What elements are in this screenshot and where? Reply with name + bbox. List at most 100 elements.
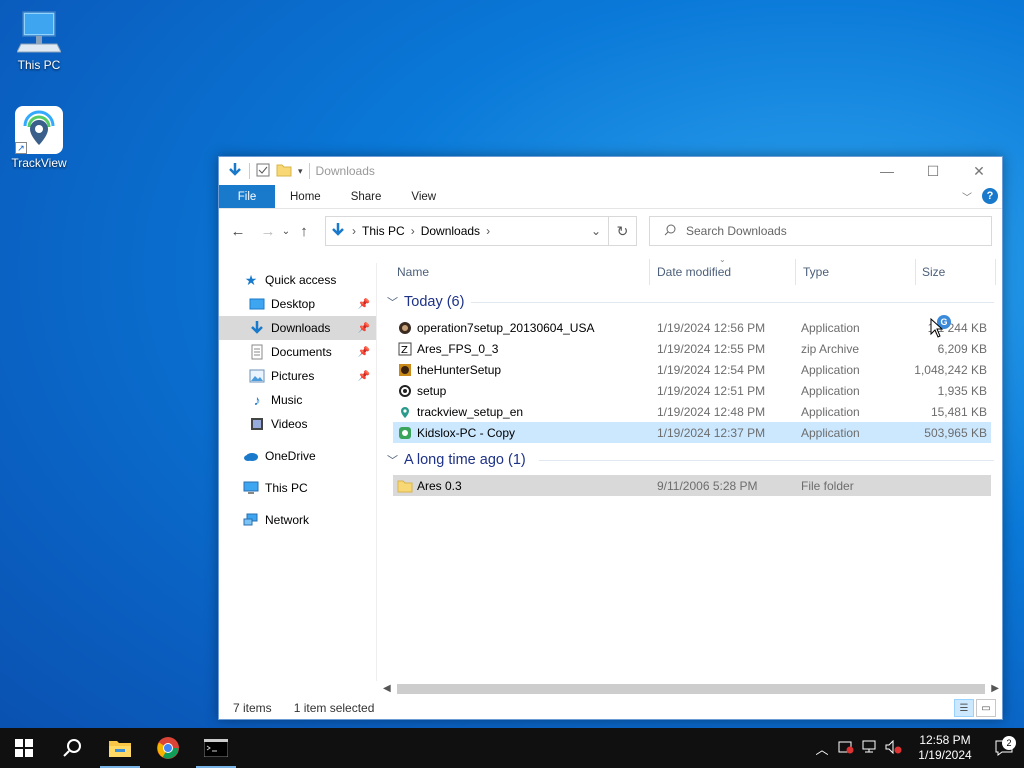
desktop-icon-label: TrackView [11,156,67,170]
file-name: setup [417,383,447,398]
minimize-button[interactable]: — [864,157,910,185]
taskbar-chrome[interactable] [144,728,192,768]
address-history-chevron-icon[interactable]: ⌄ [584,224,608,238]
breadcrumb-this-pc[interactable]: This PC [362,224,405,238]
back-arrow-icon[interactable]: ← [227,223,249,240]
file-name: Ares 0.3 [417,478,462,493]
breadcrumb-separator-icon[interactable]: › [486,224,490,238]
nav-item-downloads[interactable]: Downloads 📌 [219,316,376,340]
nav-this-pc[interactable]: This PC [219,476,376,500]
nav-label: Downloads [271,321,331,335]
maximize-button[interactable]: ☐ [910,157,956,185]
clock-date: 1/19/2024 [918,748,972,762]
search-input[interactable]: Search Downloads [649,216,992,246]
nav-item-pictures[interactable]: Pictures 📌 [219,364,376,388]
horizontal-scrollbar[interactable]: ◀ ▶ [381,681,1001,697]
expand-ribbon-chevron-icon[interactable]: ﹀ [962,189,972,204]
selection-count: 1 item selected [293,701,375,715]
kidslox-app-icon [397,425,413,441]
nav-onedrive[interactable]: OneDrive [219,444,376,468]
desktop-icon-trackview[interactable]: ↗ TrackView [4,106,74,170]
customize-toolbar-chevron-icon[interactable]: ▾ [298,166,303,177]
table-row[interactable]: trackview_setup_en 1/19/2024 12:48 PM Ap… [393,401,991,422]
clock-time: 12:58 PM [919,733,971,747]
column-name[interactable]: Name [397,265,429,279]
divider [795,259,796,285]
start-button[interactable] [0,728,48,768]
nav-label: Music [271,393,303,407]
scroll-right-arrow-icon[interactable]: ▶ [991,683,999,694]
table-row[interactable]: operation7setup_20130604_USA 1/19/2024 1… [393,317,991,338]
system-tray: ︿ 12:58 PM 1/19/2024 2 [810,728,1024,768]
file-type: Application [801,404,860,419]
group-header-today[interactable]: ﹀ Today (6) [379,289,1002,315]
file-size: 1,048,242 KB [914,362,987,377]
shortcut-arrow-icon: ↗ [15,142,27,154]
tab-view[interactable]: View [396,185,451,208]
taskbar-file-explorer[interactable] [96,728,144,768]
breadcrumb-separator-icon[interactable]: › [411,224,415,238]
defender-warning-icon[interactable] [834,740,858,757]
nav-network[interactable]: Network [219,508,376,532]
show-hidden-icons-chevron-icon[interactable]: ︿ [810,739,834,758]
breadcrumb-separator-icon[interactable]: › [352,224,356,238]
column-type[interactable]: Type [803,265,829,279]
file-date: 1/19/2024 12:56 PM [657,320,766,335]
refresh-button[interactable]: ↻ [609,216,637,246]
up-arrow-icon[interactable]: ↑ [293,223,315,240]
folder-icon [397,478,413,494]
desktop-icon-this-pc[interactable]: This PC [4,8,74,72]
nav-item-desktop[interactable]: Desktop 📌 [219,292,376,316]
details-view-icon[interactable]: ☰ [954,699,974,717]
nav-item-videos[interactable]: Videos [219,412,376,436]
recent-locations-chevron-icon[interactable]: ⌄ [279,226,293,237]
new-folder-icon[interactable] [276,163,292,180]
nav-label: Documents [271,345,332,359]
divider [308,163,310,179]
ribbon-right-controls: ﹀ ? [962,188,998,204]
taskbar-command-prompt[interactable] [192,728,240,768]
search-icon [63,739,81,757]
close-button[interactable]: ✕ [956,157,1002,185]
column-date-modified[interactable]: Date modified [657,265,731,279]
taskbar: ︿ 12:58 PM 1/19/2024 2 [0,728,1024,768]
file-explorer-window: ▾ Downloads — ☐ ✕ File Home Share View ﹀… [218,156,1003,720]
forward-arrow-icon[interactable]: → [257,223,279,240]
group-header-long-time-ago[interactable]: ﹀ A long time ago (1) [379,447,1002,473]
search-button[interactable] [48,728,96,768]
table-row[interactable]: Ares 0.3 9/11/2006 5:28 PM File folder [393,475,991,496]
table-row[interactable]: setup 1/19/2024 12:51 PM Application 1,9… [393,380,991,401]
notification-count-badge: 2 [1002,736,1016,750]
windows-logo-icon [15,739,33,757]
properties-icon[interactable] [256,163,270,180]
table-row[interactable]: Kidslox-PC - Copy 1/19/2024 12:37 PM App… [393,422,991,443]
nav-item-documents[interactable]: Documents 📌 [219,340,376,364]
tab-file[interactable]: File [219,185,275,208]
ribbon-tabs: File Home Share View ﹀ ? [219,185,1002,209]
nav-item-music[interactable]: ♪ Music [219,388,376,412]
column-size[interactable]: Size [922,265,945,279]
file-type: zip Archive [801,341,860,356]
volume-muted-icon[interactable] [882,739,906,757]
action-center-button[interactable]: 2 [984,736,1024,756]
large-icons-view-icon[interactable]: ▭ [976,699,996,717]
divider [649,259,650,285]
group-label: A long time ago (1) [404,452,526,468]
table-row[interactable]: Z Ares_FPS_0_3 1/19/2024 12:55 PM zip Ar… [393,338,991,359]
nav-quick-access[interactable]: ★ Quick access [219,268,376,292]
breadcrumb-downloads[interactable]: Downloads [421,224,480,238]
tab-home[interactable]: Home [275,185,336,208]
desktop-folder-icon [249,296,265,312]
scrollbar-thumb[interactable] [397,684,985,694]
scroll-left-arrow-icon[interactable]: ◀ [383,683,391,694]
tab-share[interactable]: Share [336,185,397,208]
pin-icon: 📌 [357,322,370,334]
network-icon[interactable] [858,740,882,757]
clock[interactable]: 12:58 PM 1/19/2024 [906,733,984,763]
address-bar[interactable]: › This PC › Downloads › ⌄ [325,216,609,246]
help-icon[interactable]: ? [982,188,998,204]
table-row[interactable]: theHunterSetup 1/19/2024 12:54 PM Applic… [393,359,991,380]
item-count: 7 items [233,701,272,715]
window-title: Downloads [315,164,375,178]
pictures-folder-icon [249,368,265,384]
